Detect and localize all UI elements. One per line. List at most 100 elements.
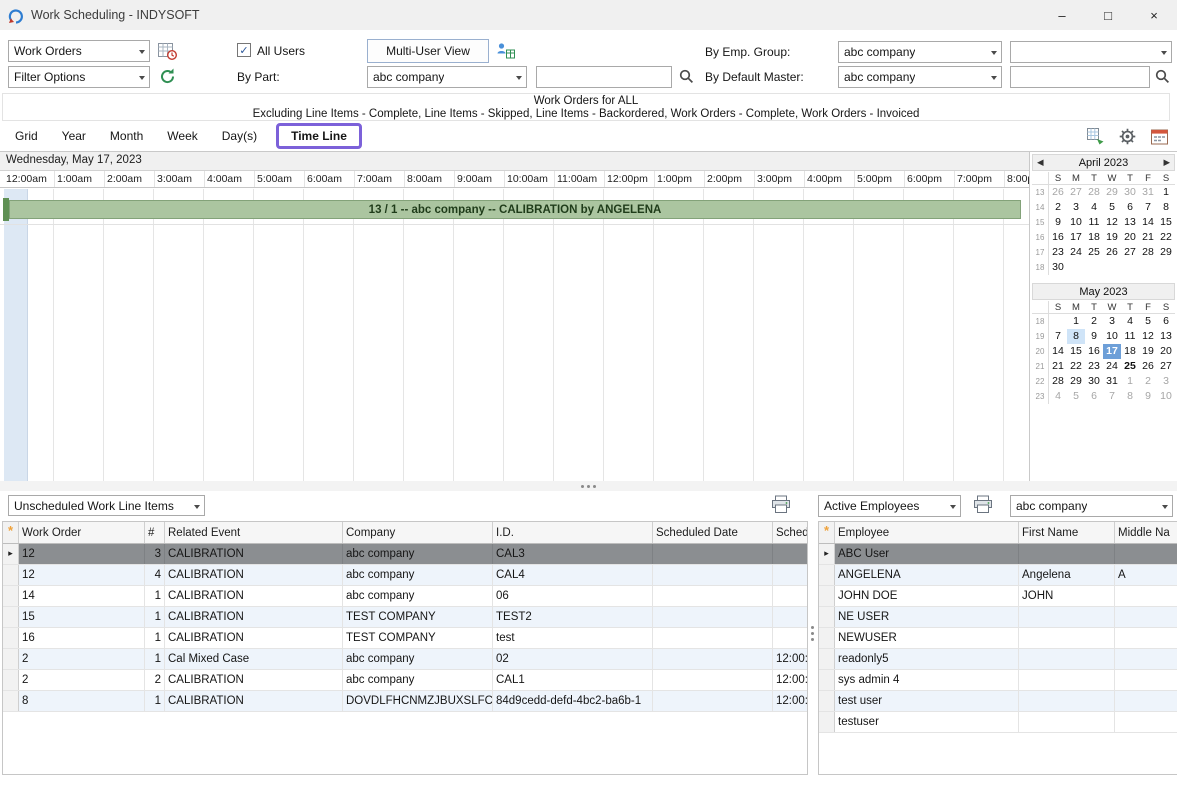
table-row[interactable]: testuser xyxy=(819,712,1177,733)
calendar-day[interactable]: 29 xyxy=(1103,185,1121,200)
calendar-day[interactable]: 1 xyxy=(1121,374,1139,389)
calendar-day[interactable]: 12 xyxy=(1139,329,1157,344)
calendar-day[interactable]: 7 xyxy=(1049,329,1067,344)
calendar-day[interactable]: 8 xyxy=(1157,200,1175,215)
calendar-day[interactable]: 24 xyxy=(1067,245,1085,260)
calendar-day[interactable]: 29 xyxy=(1157,245,1175,260)
calendar-day[interactable]: 22 xyxy=(1157,230,1175,245)
table-row[interactable]: 151CALIBRATIONTEST COMPANYTEST2 xyxy=(3,607,807,628)
master-search-icon[interactable] xyxy=(1154,68,1171,85)
table-row[interactable]: JOHN DOEJOHN xyxy=(819,586,1177,607)
calendar-day[interactable]: 4 xyxy=(1049,389,1067,404)
emp-group-filter-select[interactable] xyxy=(1010,41,1172,63)
calendar-day[interactable]: 1 xyxy=(1067,314,1085,329)
calendar-day[interactable]: 31 xyxy=(1103,374,1121,389)
next-month-icon[interactable]: ▶ xyxy=(1163,157,1170,168)
table-row[interactable]: 124CALIBRATIONabc companyCAL4 xyxy=(3,565,807,586)
work-items-selector[interactable]: Unscheduled Work Line Items xyxy=(8,495,205,516)
calendar-day[interactable]: 11 xyxy=(1121,329,1139,344)
calendar-day[interactable] xyxy=(1139,260,1157,275)
master-search-input[interactable] xyxy=(1010,66,1150,88)
column-header-sched[interactable]: Sched xyxy=(773,522,808,543)
calendar-day[interactable]: 8 xyxy=(1067,329,1085,344)
calendar-day[interactable]: 25 xyxy=(1121,359,1139,374)
calendar-day[interactable] xyxy=(1121,260,1139,275)
all-users-checkbox[interactable]: ✓ xyxy=(237,43,251,57)
column-header-company[interactable]: Company xyxy=(343,522,493,543)
calendar-day[interactable]: 10 xyxy=(1157,389,1175,404)
table-row[interactable]: test user xyxy=(819,691,1177,712)
calendar-day[interactable]: 20 xyxy=(1157,344,1175,359)
calendar-day[interactable]: 20 xyxy=(1121,230,1139,245)
column-header-first-name[interactable]: First Name xyxy=(1019,522,1115,543)
calendar-day[interactable]: 18 xyxy=(1085,230,1103,245)
calendar-day[interactable]: 1 xyxy=(1157,185,1175,200)
settings-gear-icon[interactable] xyxy=(1118,127,1137,146)
calendar-day[interactable] xyxy=(1157,260,1175,275)
table-row[interactable]: 81CALIBRATIONDOVDLFHCNMZJBUXSLFCGN(84d9c… xyxy=(3,691,807,712)
calendar-day[interactable]: 21 xyxy=(1049,359,1067,374)
table-row[interactable]: readonly5 xyxy=(819,649,1177,670)
calendar-day[interactable] xyxy=(1049,314,1067,329)
calendar-day[interactable]: 10 xyxy=(1103,329,1121,344)
calendar-day[interactable] xyxy=(1067,260,1085,275)
calendar-day[interactable]: 30 xyxy=(1121,185,1139,200)
calendar-day[interactable]: 23 xyxy=(1049,245,1067,260)
close-button[interactable]: × xyxy=(1131,0,1177,30)
by-part-select[interactable]: abc company xyxy=(367,66,527,88)
table-row[interactable]: 141CALIBRATIONabc company06 xyxy=(3,586,807,607)
calendar-day[interactable]: 3 xyxy=(1067,200,1085,215)
calendar-day[interactable]: 4 xyxy=(1085,200,1103,215)
calendar-day[interactable]: 14 xyxy=(1049,344,1067,359)
calendar-day[interactable]: 26 xyxy=(1049,185,1067,200)
calendar-day[interactable]: 3 xyxy=(1103,314,1121,329)
calendar-day[interactable]: 17 xyxy=(1067,230,1085,245)
view-mode-select[interactable]: Work Orders xyxy=(8,40,150,62)
column-header-work-order[interactable]: Work Order xyxy=(19,522,145,543)
calendar-day[interactable]: 11 xyxy=(1085,215,1103,230)
horizontal-splitter[interactable] xyxy=(0,481,1177,491)
calendar-day[interactable]: 4 xyxy=(1121,314,1139,329)
calendar-day[interactable]: 15 xyxy=(1157,215,1175,230)
calendar-day[interactable]: 6 xyxy=(1157,314,1175,329)
vertical-splitter[interactable] xyxy=(807,491,818,775)
calendar-day[interactable]: 28 xyxy=(1085,185,1103,200)
table-row[interactable]: 161CALIBRATIONTEST COMPANYtest xyxy=(3,628,807,649)
part-search-input[interactable] xyxy=(536,66,672,88)
calendar-day[interactable]: 2 xyxy=(1139,374,1157,389)
calendar-day[interactable]: 29 xyxy=(1067,374,1085,389)
calendar-icon[interactable] xyxy=(1150,127,1169,146)
work-items-print-icon[interactable] xyxy=(770,494,792,515)
refresh-icon[interactable] xyxy=(158,67,177,86)
calendar-day[interactable]: 27 xyxy=(1157,359,1175,374)
calendar-day[interactable]: 13 xyxy=(1157,329,1175,344)
calendar-day[interactable]: 9 xyxy=(1049,215,1067,230)
calendar-day[interactable]: 14 xyxy=(1139,215,1157,230)
calendar-day[interactable]: 26 xyxy=(1103,245,1121,260)
calendar-day[interactable]: 12 xyxy=(1103,215,1121,230)
calendar-day[interactable]: 5 xyxy=(1139,314,1157,329)
calendar-day[interactable]: 10 xyxy=(1067,215,1085,230)
prev-month-icon[interactable]: ◀ xyxy=(1037,157,1044,168)
table-row[interactable]: ANGELENAAngelenaA xyxy=(819,565,1177,586)
calendar-day[interactable]: 28 xyxy=(1139,245,1157,260)
calendar-day[interactable]: 26 xyxy=(1139,359,1157,374)
calendar-day[interactable]: 7 xyxy=(1103,389,1121,404)
minimize-button[interactable]: – xyxy=(1039,0,1085,30)
tab-week[interactable]: Week xyxy=(162,126,202,146)
by-emp-group-select[interactable]: abc company xyxy=(838,41,1002,63)
calendar-day[interactable]: 9 xyxy=(1085,329,1103,344)
calendar-day[interactable]: 6 xyxy=(1085,389,1103,404)
calendar-day[interactable]: 18 xyxy=(1121,344,1139,359)
calendar-day[interactable]: 5 xyxy=(1103,200,1121,215)
tab-month[interactable]: Month xyxy=(105,126,148,146)
calendar-day[interactable]: 21 xyxy=(1139,230,1157,245)
column-header-[interactable]: # xyxy=(145,522,165,543)
tab-year[interactable]: Year xyxy=(57,126,91,146)
calendar-day[interactable]: 24 xyxy=(1103,359,1121,374)
appointment-bar[interactable]: 13 / 1 -- abc company -- CALIBRATION by … xyxy=(9,200,1021,219)
calendar-day[interactable]: 3 xyxy=(1157,374,1175,389)
calendar-day[interactable] xyxy=(1085,260,1103,275)
filter-options-select[interactable]: Filter Options xyxy=(8,66,150,88)
calendar-day[interactable]: 2 xyxy=(1085,314,1103,329)
